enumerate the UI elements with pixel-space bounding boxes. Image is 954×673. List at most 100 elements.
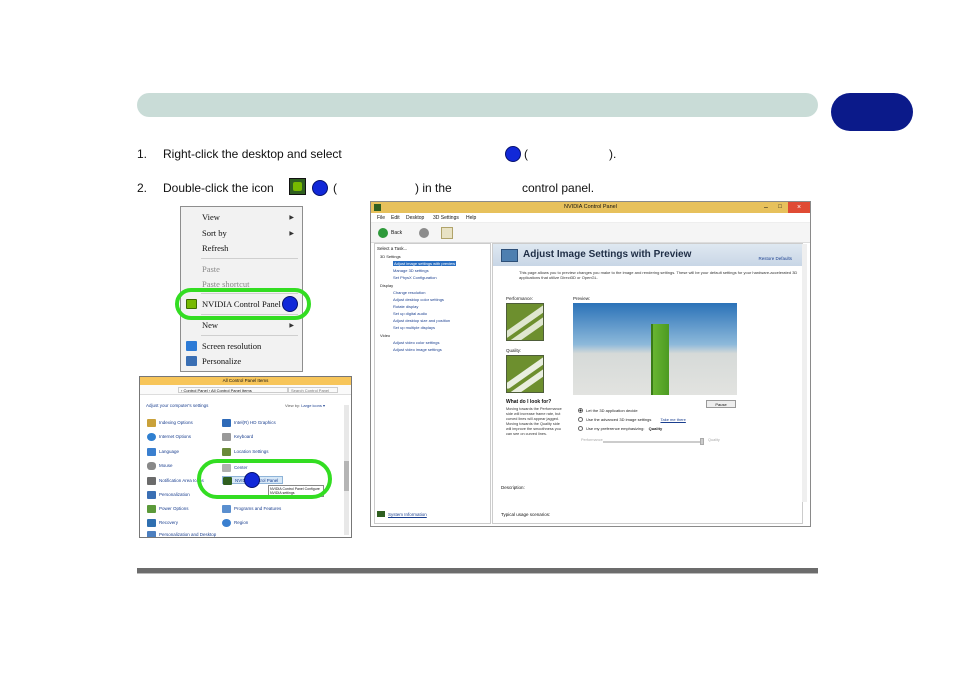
step-2-paren-open: ( (333, 181, 337, 195)
performance-thumbnail (506, 303, 544, 341)
quality-slider[interactable] (603, 441, 703, 443)
list-item[interactable]: Mouse (147, 462, 173, 470)
scrollbar-thumb[interactable] (344, 461, 349, 491)
tree-item[interactable]: Change resolution (393, 290, 425, 295)
tree-item[interactable]: Adjust desktop color settings (393, 297, 444, 302)
marker-circle-control-panel (244, 472, 260, 488)
step-2-number: 2. (137, 181, 148, 195)
maximize-button[interactable]: □ (774, 202, 786, 213)
tree-item[interactable]: Set up digital audio (393, 311, 427, 316)
menu-item-sort-by[interactable]: Sort by (202, 226, 227, 240)
select-task-label: Select a Task... (377, 246, 408, 251)
search-input[interactable]: Search Control Panel (288, 387, 338, 393)
view-by-control[interactable]: View by: Large icons ▾ (285, 403, 325, 408)
menu-separator (201, 335, 298, 336)
region-icon (222, 519, 231, 527)
take-me-there-link[interactable]: Take me there (661, 417, 686, 422)
view-by-value: Large icons ▾ (301, 403, 325, 408)
tree-group-video[interactable]: Video (380, 333, 390, 338)
tree-item[interactable]: Set PhysX Configuration (393, 275, 437, 280)
scrollbar[interactable] (802, 244, 807, 502)
list-item-label: Language (159, 449, 180, 454)
personalization-icon (147, 491, 156, 499)
menu-separator (201, 258, 298, 259)
menu-bar: File Edit Desktop 3D Settings Help (371, 213, 810, 223)
radio-preference[interactable]: Use my preference emphasizing: Quality (578, 426, 662, 432)
list-item[interactable]: Personalization and Desktop (147, 531, 216, 537)
chapter-tab (831, 93, 913, 131)
menu-3d-settings[interactable]: 3D Settings (433, 215, 459, 221)
list-item[interactable]: Personalization (147, 491, 190, 499)
list-item[interactable]: Region (222, 519, 248, 527)
slider-thumb[interactable] (700, 438, 704, 445)
language-icon (147, 448, 156, 456)
radio-advanced[interactable]: Use the advanced 3D image settings Take … (578, 417, 686, 423)
tree-item[interactable]: Adjust video color settings (393, 340, 439, 345)
list-item[interactable]: Intel(R) HD Graphics (222, 419, 276, 427)
back-button[interactable]: Back (391, 230, 402, 236)
forward-icon[interactable] (419, 228, 429, 238)
screen-resolution-icon (186, 341, 197, 351)
menu-item-paste[interactable]: Paste (202, 262, 220, 276)
step-1-number: 1. (137, 147, 148, 161)
step-1-paren-close: ). (609, 147, 617, 161)
tree-item[interactable]: Rotate display (393, 304, 418, 309)
list-item[interactable]: Programs and Features (222, 505, 281, 513)
radio-app-decide[interactable]: Let the 3D application decide (578, 408, 638, 414)
breadcrumb[interactable]: › Control Panel › All Control Panel Item… (178, 387, 288, 393)
menu-item-view[interactable]: View (202, 210, 220, 224)
menu-file[interactable]: File (377, 215, 385, 221)
close-button[interactable]: × (788, 202, 810, 213)
task-pane: Select a Task... 3D Settings Adjust imag… (374, 243, 491, 524)
menu-item-new[interactable]: New (202, 318, 218, 332)
menu-item-refresh[interactable]: Refresh (202, 241, 228, 255)
list-item[interactable]: Location Settings (222, 448, 269, 456)
tree-item-selected[interactable]: Adjust image settings with preview (393, 261, 457, 266)
nvidia-control-panel-window: NVIDIA Control Panel – □ × File Edit Des… (370, 201, 811, 527)
slider-left-label: Performance (581, 438, 603, 442)
tree-group-3d[interactable]: 3D Settings (380, 254, 401, 259)
list-item[interactable]: Keyboard (222, 433, 253, 441)
slider-right-label: Quality (708, 438, 720, 442)
list-item[interactable]: Notification Area Icons (147, 477, 204, 485)
home-icon[interactable] (441, 227, 453, 239)
page-description: This page allows you to preview changes … (519, 270, 798, 280)
menu-help[interactable]: Help (466, 215, 476, 221)
minimize-button[interactable]: – (760, 202, 772, 213)
radio-label: Use my preference emphasizing: (586, 426, 645, 431)
settings-page-icon (501, 249, 518, 262)
window-title: NVIDIA Control Panel (371, 202, 810, 213)
list-item[interactable]: Internet Options (147, 433, 191, 441)
menu-desktop[interactable]: Desktop (406, 215, 424, 221)
menu-item-personalize[interactable]: Personalize (202, 354, 241, 368)
system-information-link[interactable]: System Information (388, 512, 427, 517)
menu-item-screen-resolution[interactable]: Screen resolution (202, 339, 261, 353)
list-item[interactable]: Recovery (147, 519, 178, 527)
list-item[interactable]: Language (147, 448, 179, 456)
tree-item[interactable]: Manage 3D settings (393, 268, 429, 273)
marker-circle-context (282, 296, 298, 312)
pause-button[interactable]: Pause (706, 400, 736, 408)
description-label: Description: (501, 485, 525, 490)
tree-item[interactable]: Adjust desktop size and position (393, 318, 450, 323)
tree-item[interactable]: Set up multiple displays (393, 325, 435, 330)
tree-group-display[interactable]: Display (380, 283, 393, 288)
list-item[interactable]: Power Options (147, 505, 189, 513)
control-panel-window: All Control Panel Items › Control Panel … (139, 376, 352, 538)
step-1-paren-open: ( (524, 147, 528, 161)
restore-defaults-link[interactable]: Restore Defaults (758, 256, 792, 261)
look-for-heading: What do I look for? (506, 399, 552, 405)
list-item-label: Personalization (159, 492, 190, 497)
step-1-text: Right-click the desktop and select (163, 147, 342, 161)
quality-label: Quality: (506, 348, 522, 353)
header-bar (137, 93, 818, 117)
nvidia-logo-pillar (651, 324, 669, 395)
list-item[interactable]: Indexing Options (147, 419, 193, 427)
recovery-icon (147, 519, 156, 527)
menu-edit[interactable]: Edit (391, 215, 400, 221)
indexing-icon (147, 419, 156, 427)
quality-thumbnail (506, 355, 544, 393)
submenu-arrow-icon: ▶ (289, 323, 294, 329)
tree-item[interactable]: Adjust video image settings (393, 347, 442, 352)
back-icon[interactable] (378, 228, 388, 238)
